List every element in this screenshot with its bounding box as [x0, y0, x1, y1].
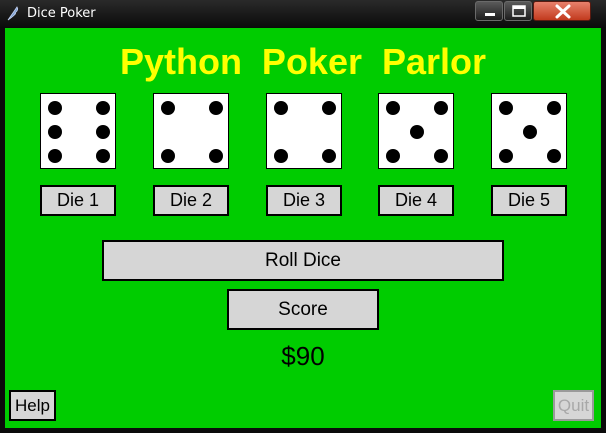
die-5-button[interactable]: Die 5 — [491, 185, 567, 216]
maximize-button[interactable] — [504, 1, 532, 21]
die-pip — [161, 101, 175, 115]
money-amount: $90 — [281, 341, 325, 371]
die-pip — [209, 101, 223, 115]
close-icon — [555, 4, 571, 19]
die-1-button[interactable]: Die 1 — [40, 185, 116, 216]
die-2 — [153, 93, 229, 169]
die-pip — [547, 149, 561, 163]
die-pip — [386, 101, 400, 115]
quit-button[interactable]: Quit — [553, 390, 594, 421]
roll-dice-button[interactable]: Roll Dice — [102, 240, 504, 281]
dice-poker-window: Dice Poker Python Poker Parlor Die 1 Die… — [0, 0, 606, 433]
die-2-button[interactable]: Die 2 — [153, 185, 229, 216]
page-title: Python Poker Parlor — [119, 41, 487, 82]
die-pip — [499, 101, 513, 115]
die-pip — [386, 149, 400, 163]
close-button[interactable] — [533, 1, 591, 21]
game-area: Python Poker Parlor Die 1 Die 2 Die 3 Di… — [5, 28, 601, 428]
die-pip — [434, 149, 448, 163]
die-pip — [322, 101, 336, 115]
die-5 — [491, 93, 567, 169]
die-4-button[interactable]: Die 4 — [378, 185, 454, 216]
title-bar[interactable]: Dice Poker — [0, 0, 606, 28]
die-pip — [499, 149, 513, 163]
die-pip — [48, 101, 62, 115]
die-pip — [274, 149, 288, 163]
die-pip — [410, 125, 424, 139]
minimize-button[interactable] — [475, 1, 503, 21]
feather-icon — [6, 5, 20, 21]
die-1 — [40, 93, 116, 169]
die-pip — [523, 125, 537, 139]
die-pip — [322, 149, 336, 163]
die-pip — [96, 101, 110, 115]
maximize-icon — [512, 5, 526, 17]
die-pip — [48, 149, 62, 163]
die-pip — [209, 149, 223, 163]
die-pip — [161, 149, 175, 163]
die-pip — [96, 125, 110, 139]
die-pip — [96, 149, 110, 163]
die-3-button[interactable]: Die 3 — [266, 185, 342, 216]
die-3 — [266, 93, 342, 169]
score-button[interactable]: Score — [227, 289, 379, 330]
die-pip — [547, 101, 561, 115]
die-4 — [378, 93, 454, 169]
minimize-icon — [485, 13, 495, 16]
window-title: Dice Poker — [27, 6, 96, 21]
help-button[interactable]: Help — [9, 390, 56, 421]
die-pip — [48, 125, 62, 139]
die-pip — [434, 101, 448, 115]
die-pip — [274, 101, 288, 115]
